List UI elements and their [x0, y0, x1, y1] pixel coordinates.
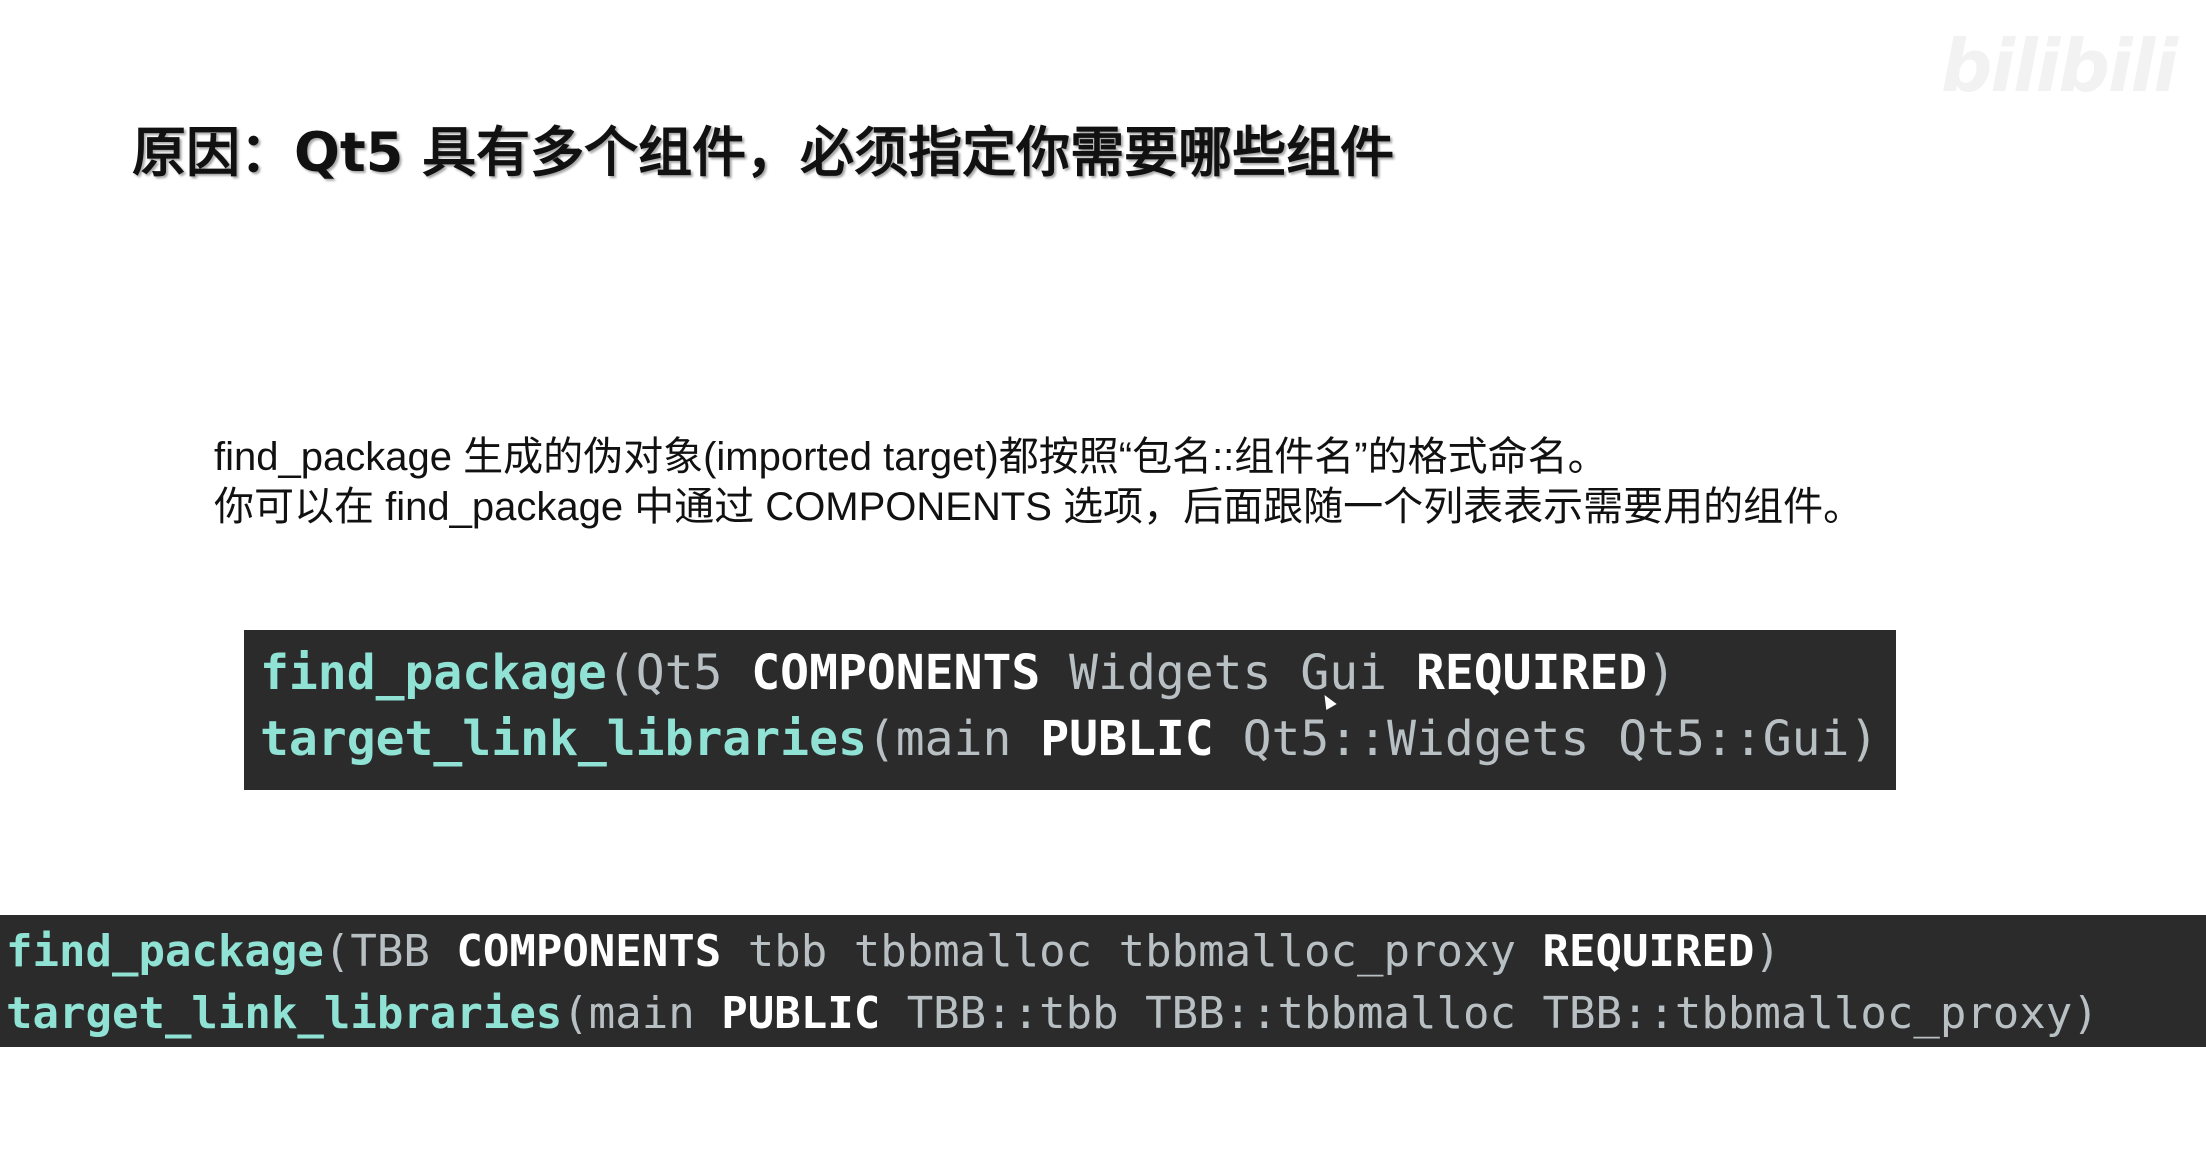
code-open-paren: (	[866, 711, 896, 767]
code-keyword-public: PUBLIC	[1040, 711, 1214, 767]
bilibili-watermark: bilibili	[1940, 24, 2178, 108]
description-line-1: find_package 生成的伪对象(imported target)都按照“…	[214, 435, 1608, 479]
code-library-list: Qt5::Widgets Qt5::Gui	[1213, 711, 1850, 767]
code-function-name: target_link_libraries	[6, 988, 563, 1039]
code-function-name: find_package	[6, 926, 324, 977]
code-target-name: main	[895, 711, 1041, 767]
slide-title: 原因：Qt5 具有多个组件，必须指定你需要哪些组件	[132, 121, 1395, 184]
qt5-target-link-line: target_link_libraries(main PUBLIC Qt5::W…	[260, 706, 1880, 772]
code-keyword-required: REQUIRED	[1542, 926, 1755, 977]
code-component-list: Widgets Gui	[1040, 645, 1416, 701]
code-target-name: main	[588, 988, 722, 1039]
qt5-find-package-line: find_package(Qt5 COMPONENTS Widgets Gui …	[260, 640, 1880, 706]
code-component-list: tbb tbbmalloc tbbmalloc_proxy	[721, 926, 1543, 977]
code-keyword-components: COMPONENTS	[751, 645, 1041, 701]
code-keyword-required: REQUIRED	[1415, 645, 1648, 701]
tbb-code-block: find_package(TBB COMPONENTS tbb tbbmallo…	[0, 915, 2206, 1047]
code-keyword-public: PUBLIC	[721, 988, 881, 1039]
code-function-name: find_package	[260, 645, 607, 701]
code-package-name: Qt5	[635, 645, 752, 701]
code-close-paren: )	[1754, 926, 1781, 977]
tbb-find-package-line: find_package(TBB COMPONENTS tbb tbbmallo…	[6, 921, 2200, 983]
description-line-2: 你可以在 find_package 中通过 COMPONENTS 选项，后面跟随…	[214, 485, 1864, 529]
code-keyword-components: COMPONENTS	[456, 926, 722, 977]
code-open-paren: (	[606, 645, 636, 701]
code-close-paren: )	[2072, 988, 2099, 1039]
code-open-paren: (	[562, 988, 589, 1039]
code-package-name: TBB	[350, 926, 457, 977]
tbb-target-link-line: target_link_libraries(main PUBLIC TBB::t…	[6, 983, 2200, 1045]
code-open-paren: (	[323, 926, 351, 977]
code-close-paren: )	[1647, 645, 1677, 701]
description-text: find_package 生成的伪对象(imported target)都按照“…	[214, 432, 1994, 532]
code-library-list: TBB::tbb TBB::tbbmalloc TBB::tbbmalloc_p…	[880, 988, 2073, 1039]
code-close-paren: )	[1849, 711, 1879, 767]
qt5-code-block: find_package(Qt5 COMPONENTS Widgets Gui …	[244, 630, 1896, 790]
code-function-name: target_link_libraries	[260, 711, 867, 767]
